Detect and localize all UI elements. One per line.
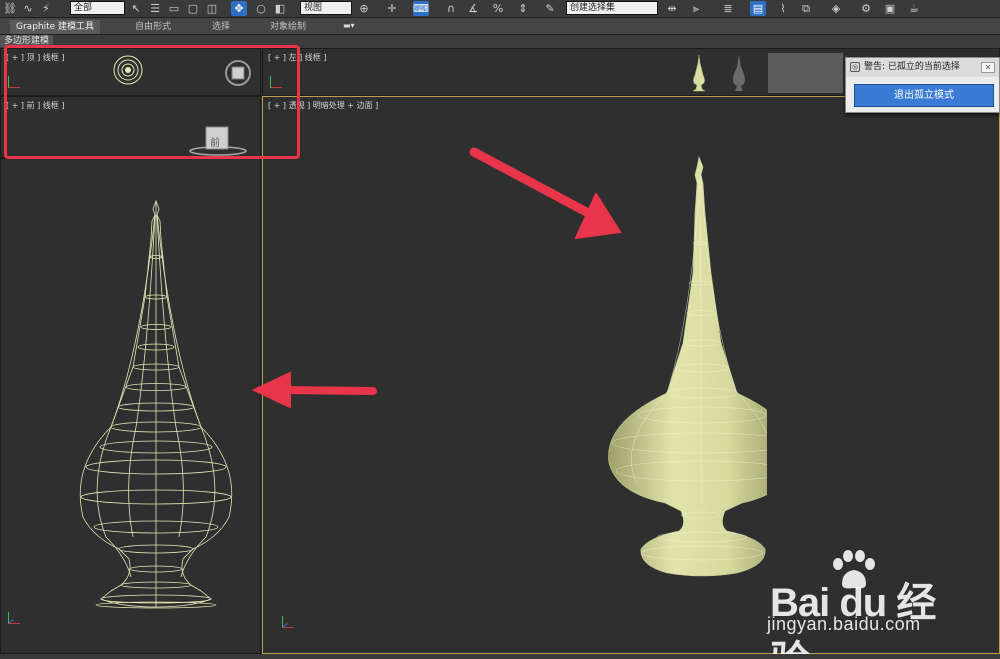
watermark-url: jingyan.baidu.com xyxy=(767,614,921,634)
close-icon[interactable]: ✕ xyxy=(981,62,995,73)
exit-isolation-button[interactable]: 退出孤立模式 xyxy=(854,84,994,107)
status-bar xyxy=(0,654,1000,659)
isolate-icon: ◎ xyxy=(850,62,860,72)
arrow-left-icon xyxy=(251,371,291,409)
isolate-warning-dialog: 警告: 已孤立的当前选择 ◎ ✕ 退出孤立模式 xyxy=(845,57,1000,113)
dialog-title: 警告: 已孤立的当前选择 xyxy=(846,58,999,77)
baidu-jingyan-watermark: Bai du 经验 jingyan.baidu.com xyxy=(758,548,958,659)
3dsmax-window: ⛓ ∿ ⚡ 全部 ↖ ☰ ▭ ▢ ◫ ✥ ○ ◧ 视图 ⊕ ✛ ⌨ ∩ ∡ % … xyxy=(0,0,1000,659)
arrow-down-right-icon xyxy=(574,191,622,240)
